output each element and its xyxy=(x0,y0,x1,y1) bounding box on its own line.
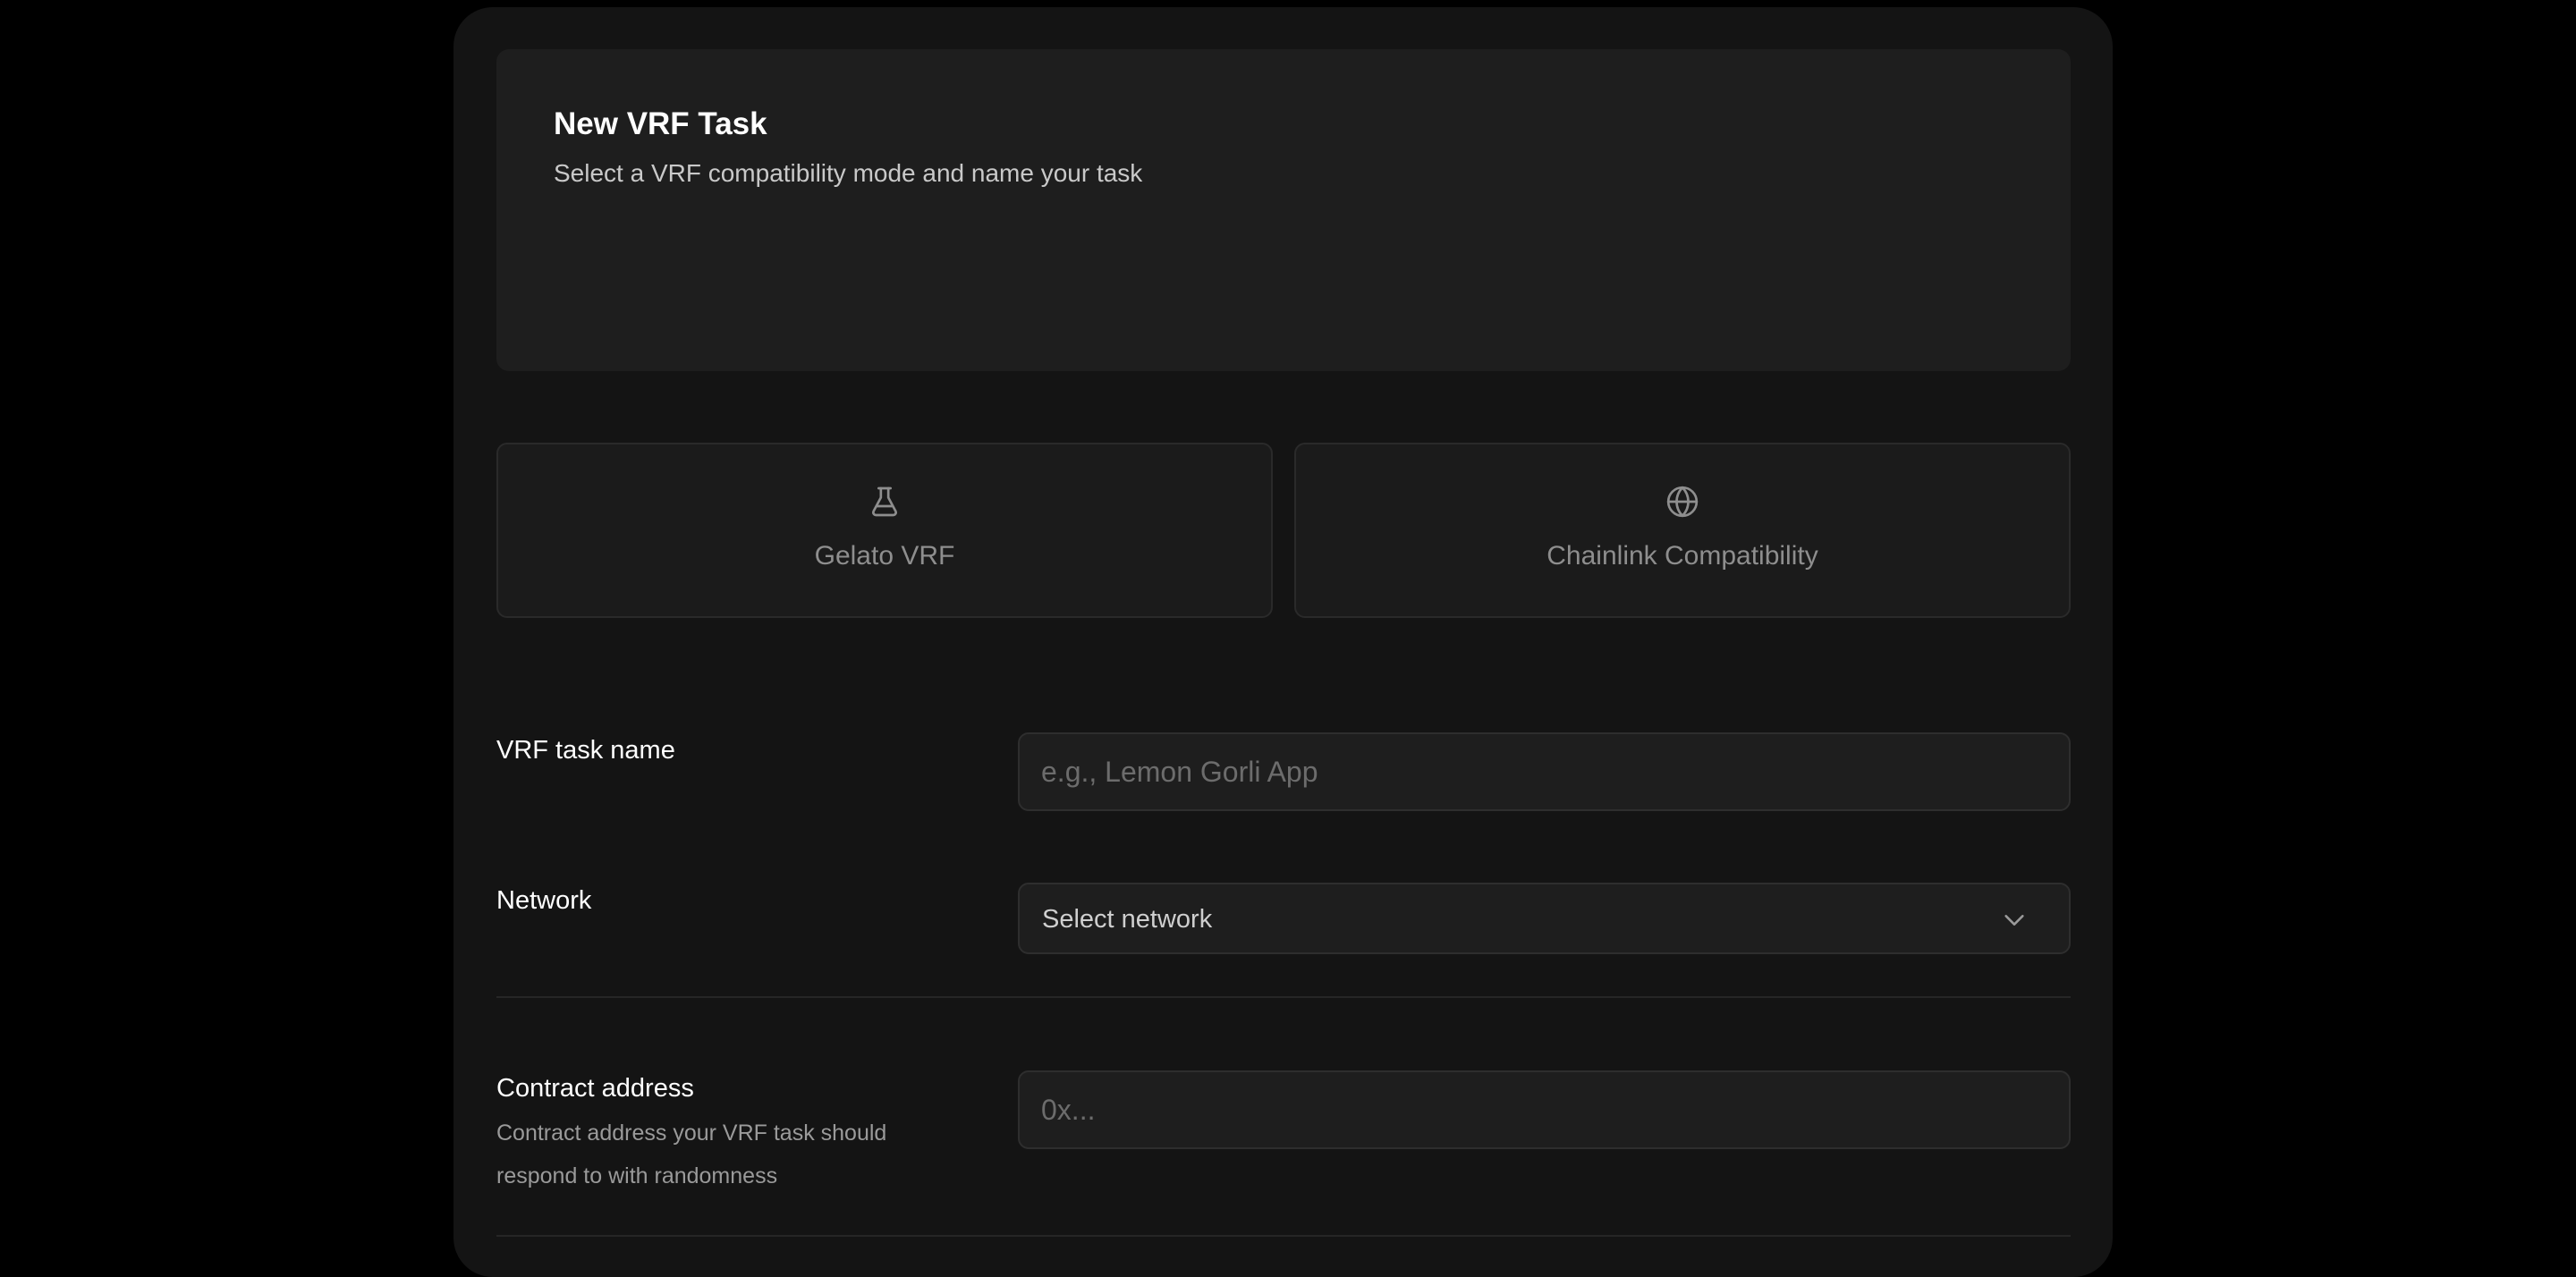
header-card: New VRF Task Select a VRF compatibility … xyxy=(496,49,2071,371)
task-name-input[interactable] xyxy=(1018,732,2071,811)
contract-address-input[interactable] xyxy=(1018,1070,2071,1149)
mode-option-label: Chainlink Compatibility xyxy=(1546,541,1818,571)
contract-address-help: Contract address your VRF task should re… xyxy=(496,1121,887,1188)
flask-icon xyxy=(872,486,897,517)
contract-address-label: Contract address xyxy=(496,1074,694,1103)
network-select-value: Select network xyxy=(1042,905,1213,934)
task-name-label: VRF task name xyxy=(496,736,675,765)
section-divider xyxy=(496,1235,2071,1237)
page-title: New VRF Task xyxy=(554,106,767,141)
mode-option-chainlink-compatibility[interactable]: Chainlink Compatibility xyxy=(1294,443,2071,618)
chevron-down-icon xyxy=(2004,915,2024,926)
mode-option-label: Gelato VRF xyxy=(814,541,955,571)
section-divider xyxy=(496,996,2071,998)
mode-option-gelato-vrf[interactable]: Gelato VRF xyxy=(496,443,1273,618)
globe-icon xyxy=(1666,486,1699,518)
network-label: Network xyxy=(496,886,592,915)
page-subtitle: Select a VRF compatibility mode and name… xyxy=(554,159,1143,187)
network-select[interactable]: Select network xyxy=(1018,883,2071,954)
